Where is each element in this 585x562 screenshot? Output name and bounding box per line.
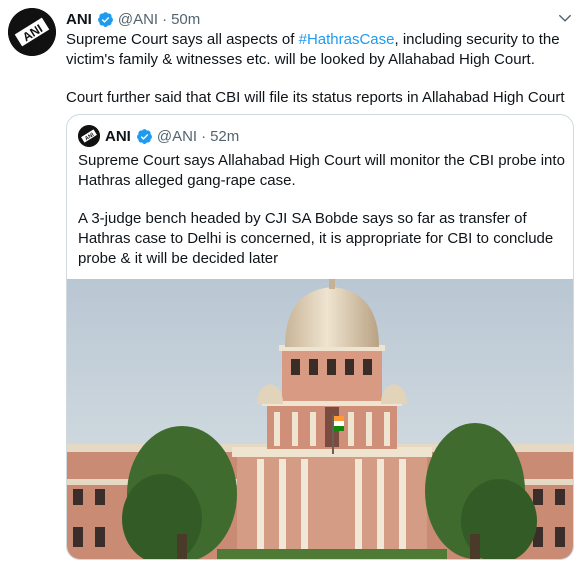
quoted-tweet-image[interactable] [67, 279, 573, 560]
quoted-header-separator: · [201, 127, 207, 145]
tweet-header: ANI @ANI · 50m [66, 9, 200, 29]
hashtag-link[interactable]: #HathrasCase [299, 31, 395, 48]
quoted-tweet-timestamp: 52m [210, 127, 240, 145]
author-avatar[interactable]: ANI [8, 8, 56, 56]
quoted-author-avatar: ANI [78, 125, 100, 147]
chevron-down-icon [559, 14, 571, 22]
tweet-text-part: Supreme Court says all aspects of [66, 31, 299, 48]
quoted-tweet-header: ANI ANI @ANI · 52m [78, 125, 239, 147]
header-separator: · [162, 10, 168, 28]
quoted-author-handle: @ANI [156, 127, 198, 145]
tweet-paragraph-1: Supreme Court says all aspects of #Hathr… [66, 30, 571, 70]
quoted-paragraph-1: Supreme Court says Allahabad High Court … [78, 152, 565, 189]
more-options-button[interactable] [554, 8, 576, 28]
ani-logo: ANI [78, 125, 100, 147]
verified-badge-icon [136, 128, 152, 144]
quoted-author-name: ANI [105, 127, 131, 145]
author-handle[interactable]: @ANI [118, 11, 158, 28]
verified-badge-icon [97, 11, 113, 27]
quoted-tweet-text: Supreme Court says Allahabad High Court … [78, 151, 566, 269]
tweet-timestamp[interactable]: 50m [171, 11, 200, 28]
tweet-text: Supreme Court says all aspects of #Hathr… [66, 30, 571, 108]
quoted-paragraph-2: A 3-judge bench headed by CJI SA Bobde s… [78, 210, 554, 267]
ani-logo: ANI [8, 8, 56, 56]
quoted-tweet-card[interactable]: ANI ANI @ANI · 52m Supreme Court says Al… [66, 114, 574, 560]
tweet-paragraph-2: Court further said that CBI will file it… [66, 89, 565, 106]
author-name[interactable]: ANI [66, 11, 92, 28]
